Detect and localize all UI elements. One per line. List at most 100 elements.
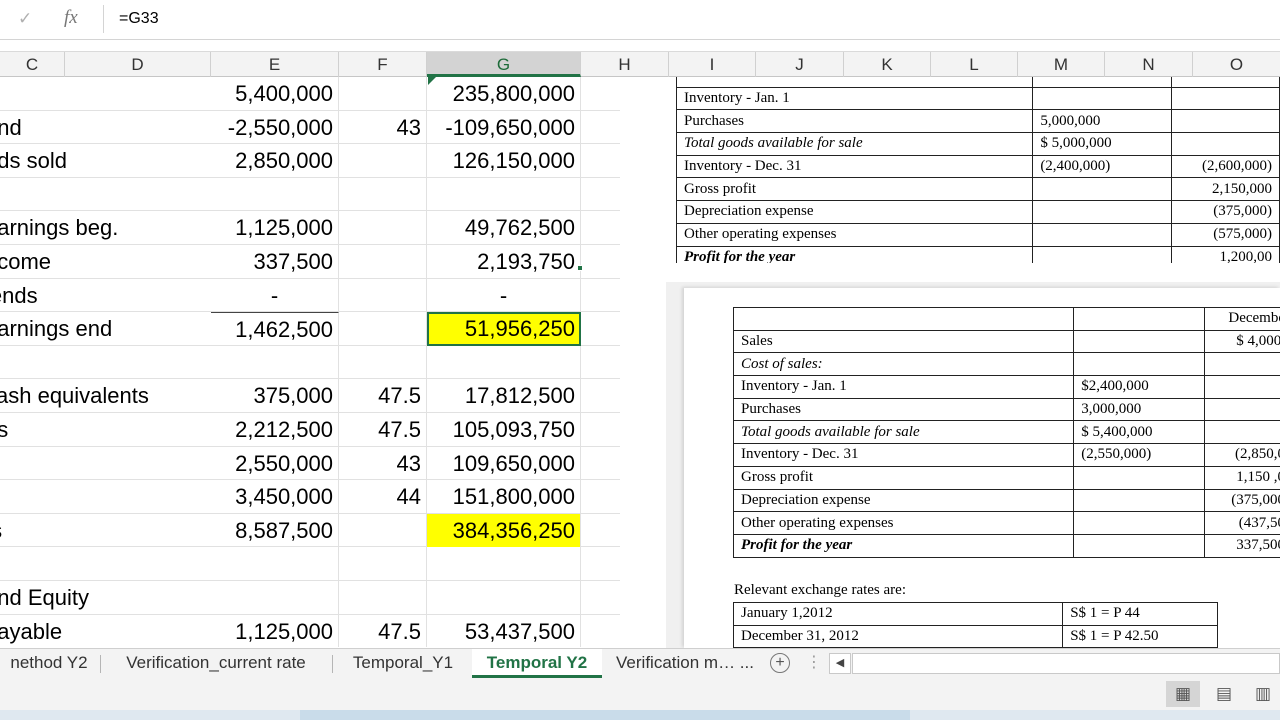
cell-f[interactable] [339, 144, 427, 178]
row-label-cell[interactable]: ts [0, 514, 211, 548]
row-label-cell[interactable]: and Equity [0, 581, 211, 615]
row-label-cell[interactable]: lends [0, 279, 211, 313]
pasted-picture-bottom[interactable]: Decembe Sales $ 4,000, Cost of sales: Inv… [684, 288, 1280, 648]
tab-temporal-y1[interactable]: Temporal_Y1 [334, 649, 472, 678]
cell-f[interactable]: 43 [339, 110, 427, 145]
cell-g[interactable] [427, 345, 581, 380]
pasted-picture-top[interactable]: - Inventory - Jan. 1 Purchases5,000,000 … [676, 77, 1280, 263]
row-label-cell[interactable]: ods sold [0, 144, 211, 178]
cell-g[interactable]: 151,800,000 [427, 480, 581, 514]
tab-method-y2[interactable]: nethod Y2 [0, 649, 98, 678]
cell-e[interactable]: 2,850,000 [211, 144, 339, 178]
cell-e[interactable]: -2,550,000 [211, 110, 339, 145]
column-header-k[interactable]: K [844, 52, 931, 77]
cell-g[interactable]: - [427, 278, 581, 313]
cell-f[interactable] [339, 312, 427, 346]
column-header-f[interactable]: F [339, 52, 427, 77]
cell-e[interactable] [211, 177, 339, 212]
cell-g[interactable]: 53,437,500 [427, 614, 581, 647]
row-label-cell[interactable] [0, 547, 211, 581]
cell-f[interactable] [339, 278, 427, 313]
cell-f[interactable] [339, 211, 427, 245]
column-header-g[interactable]: G [427, 52, 581, 77]
row-label-cell[interactable] [0, 178, 211, 212]
cell-e[interactable]: 2,212,500 [211, 413, 339, 447]
cell-f[interactable]: 47.5 [339, 379, 427, 413]
cell-e[interactable]: 1,125,000 [211, 614, 339, 647]
cell-e[interactable]: 1,462,500 [211, 312, 339, 346]
cell-e[interactable]: 337,500 [211, 245, 339, 279]
insert-function-icon[interactable]: fx [64, 7, 78, 29]
column-header-c[interactable]: C [0, 52, 65, 77]
cell-f[interactable] [339, 177, 427, 212]
scroll-left-button[interactable]: ◀ [829, 653, 851, 674]
cell-f[interactable] [339, 513, 427, 548]
cell-g[interactable]: 49,762,500 [427, 211, 581, 245]
cell-f[interactable] [339, 77, 427, 111]
row-label-cell[interactable] [0, 480, 211, 514]
cell-g[interactable] [427, 581, 581, 615]
tab-verification-current-rate[interactable]: Verification_current rate [102, 649, 330, 678]
cell-g[interactable]: 2,193,750 [427, 245, 581, 279]
add-sheet-button[interactable]: + [770, 653, 790, 673]
row-label-cell[interactable]: cash equivalents [0, 379, 211, 413]
fill-handle[interactable] [577, 265, 583, 271]
column-header-l[interactable]: L [931, 52, 1018, 77]
row-label-cell[interactable] [0, 77, 211, 111]
cell-e[interactable]: - [211, 278, 339, 313]
cell-e[interactable]: 8,587,500 [211, 513, 339, 548]
cell-g[interactable]: -109,650,000 [427, 110, 581, 145]
row-label-cell[interactable]: es [0, 413, 211, 447]
page-break-view-icon[interactable]: ▥ [1246, 681, 1280, 707]
row-label-cell[interactable]: end [0, 111, 211, 145]
cell-e[interactable] [211, 345, 339, 380]
cell-f[interactable]: 43 [339, 446, 427, 481]
tab-verification-method[interactable]: Verification m… ... [606, 649, 764, 678]
check-icon[interactable]: ✓ [18, 9, 32, 29]
cell-g[interactable]: 109,650,000 [427, 446, 581, 481]
column-header-d[interactable]: D [65, 52, 211, 77]
horizontal-scrollbar[interactable] [852, 653, 1280, 674]
column-header-j[interactable]: J [756, 52, 844, 77]
cell-f[interactable] [339, 581, 427, 615]
cell-e[interactable]: 5,400,000 [211, 77, 339, 111]
cell-f[interactable] [339, 547, 427, 581]
cell-e[interactable]: 3,450,000 [211, 480, 339, 514]
active-cell-g33[interactable]: 51,956,250 [427, 312, 581, 346]
row-label-cell[interactable]: earnings beg. [0, 211, 211, 245]
row-label-cell[interactable] [0, 346, 211, 380]
cell-g[interactable] [427, 547, 581, 581]
row-label-cell[interactable]: payable [0, 615, 211, 647]
cell-f[interactable]: 47.5 [339, 413, 427, 447]
tab-temporal-y2[interactable]: Temporal Y2 [472, 649, 602, 678]
column-header-h[interactable]: H [581, 52, 669, 77]
cell-e[interactable]: 2,550,000 [211, 446, 339, 481]
cell-g[interactable]: 17,812,500 [427, 379, 581, 413]
cell-e[interactable]: 1,125,000 [211, 211, 339, 245]
cell-g[interactable]: 235,800,000 [427, 77, 581, 111]
cell-g[interactable] [427, 177, 581, 212]
cell-e[interactable] [211, 547, 339, 581]
page-layout-view-icon[interactable]: ▤ [1207, 681, 1241, 707]
cell-f[interactable]: 47.5 [339, 614, 427, 647]
table-row: Other operating expenses (437,50 [732, 511, 1280, 535]
cell-f[interactable] [339, 245, 427, 279]
cell-e[interactable]: 375,000 [211, 379, 339, 413]
cell-e[interactable] [211, 581, 339, 615]
formula-input[interactable]: =G33 [119, 10, 159, 28]
column-header-o[interactable]: O [1193, 52, 1280, 77]
column-header-e[interactable]: E [211, 52, 339, 77]
cell-g[interactable]: 126,150,000 [427, 144, 581, 178]
cell-f[interactable] [339, 345, 427, 380]
tab-splitter-handle[interactable]: ⋮ [806, 652, 822, 672]
normal-view-icon[interactable]: ▦ [1166, 681, 1200, 707]
row-label-cell[interactable] [0, 447, 211, 481]
cell-f[interactable]: 44 [339, 480, 427, 514]
total-assets-cell[interactable]: 384,356,250 [427, 513, 581, 548]
column-header-m[interactable]: M [1018, 52, 1105, 77]
row-label-cell[interactable]: ncome [0, 245, 211, 279]
column-header-i[interactable]: I [669, 52, 756, 77]
column-header-n[interactable]: N [1105, 52, 1193, 77]
row-label-cell[interactable]: earnings end [0, 312, 211, 346]
cell-g[interactable]: 105,093,750 [427, 413, 581, 447]
